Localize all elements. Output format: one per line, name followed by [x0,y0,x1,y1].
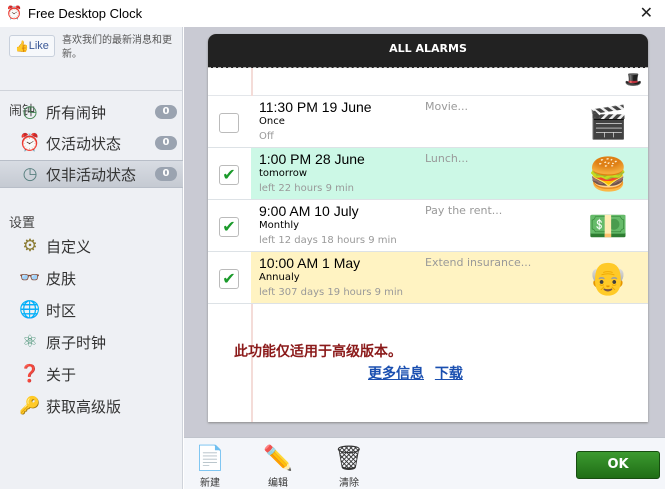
sidebar-item-label: 仅活动状态 [46,134,122,153]
alarm-note: Lunch... [425,152,469,165]
premium-notice: 此功能仅适用于高级版本。 [234,344,402,360]
new-document-icon: 📄 [195,444,225,472]
alarm-body: 1:00 PM 28 June tomorrow left 22 hours 9… [251,148,648,199]
alarm-row[interactable]: ✔ 10:00 AM 1 May Annualy left 307 days 1… [208,252,648,304]
alarm-note: Extend insurance... [425,256,532,269]
sidebar-item-label: 所有闹钟 [46,103,107,122]
sidebar-item-label: 时区 [46,301,77,320]
alarm-time: 10:00 AM 1 May [259,255,361,271]
alarm-image-icon: 💵 [588,207,628,245]
count-badge: 0 [155,167,177,181]
panel-header: ALL ALARMS [208,34,648,68]
alarm-note: Movie... [425,100,469,113]
alarm-checkbox[interactable]: ✔ [219,165,239,185]
count-badge: 0 [155,136,177,150]
close-button[interactable]: ✕ [640,3,653,22]
glasses-icon: 👓 [19,268,41,288]
main-area: ALL ALARMS 🎩 11:30 PM 19 June Once Off M… [184,27,665,437]
sidebar-item-timezone[interactable]: 🌐 时区 [0,296,183,324]
edit-label: 编辑 [268,478,288,489]
trash-icon: 🗑 [333,444,365,472]
sidebar-item-label: 获取高级版 [46,397,122,416]
alarm-checkbox[interactable] [219,113,239,133]
alarm-checkbox[interactable]: ✔ [219,217,239,237]
alarm-repeat: Monthly [259,220,300,231]
alarm-body: 10:00 AM 1 May Annualy left 307 days 19 … [251,252,648,303]
alarm-checkbox[interactable]: ✔ [219,269,239,289]
sidebar-item-label: 自定义 [46,237,92,256]
sidebar-item-skin[interactable]: 👓 皮肤 [0,264,183,292]
alarm-row[interactable]: ✔ 9:00 AM 10 July Monthly left 12 days 1… [208,200,648,252]
clock-icon: ◷ [22,164,38,184]
alarm-image-icon: 🎬 [588,103,628,141]
sidebar-item-label: 皮肤 [46,269,77,288]
settings-section-title: 设置 [9,216,36,231]
sidebar-item-label: 关于 [46,365,77,384]
alarm-time: 1:00 PM 28 June [259,151,365,167]
alarm-repeat: Annualy [259,272,300,283]
alarm-time: 9:00 AM 10 July [259,203,359,219]
like-label: Like [28,40,49,52]
clock-app-icon: ⏰ [6,5,23,21]
alarm-time-left: left 22 hours 9 min [259,183,354,194]
sidebar: 👍 Like 喜欢我们的最新消息和更新。 闹钟 ◷ 所有闹钟 0 ⏰ 仅活动状态 … [0,27,183,489]
alarm-row[interactable]: 11:30 PM 19 June Once Off Movie... 🎬 [208,96,648,148]
sidebar-item-active-only[interactable]: ⏰ 仅活动状态 0 [0,129,183,157]
alarm-time-left: left 12 days 18 hours 9 min [259,235,397,246]
divider [0,90,183,91]
pencil-icon: ✏️ [263,444,293,472]
sidebar-item-label: 仅非活动状态 [46,165,137,184]
alarm-row[interactable]: ✔ 1:00 PM 28 June tomorrow left 22 hours… [208,148,648,200]
alarm-time-left: left 307 days 19 hours 9 min [259,287,404,298]
sidebar-item-customize[interactable]: ⚙ 自定义 [0,232,183,260]
sidebar-item-get-premium[interactable]: 🔑 获取高级版 [0,392,183,420]
new-button[interactable]: 📄 新建 [190,442,230,489]
alarm-time-left: Off [259,131,274,142]
alarm-time: 11:30 PM 19 June [259,99,372,115]
clock-icon: ◷ [22,102,38,122]
ok-button[interactable]: OK [576,451,660,479]
alarm-image-icon: 👴 [588,259,628,297]
sidebar-item-about[interactable]: ❓ 关于 [0,360,183,388]
list-header: 🎩 [208,68,648,96]
alarm-image-icon: 🍔 [588,155,628,193]
sidebar-item-inactive-only[interactable]: ◷ 仅非活动状态 0 [0,160,183,188]
clear-button[interactable]: 🗑 清除 [329,442,369,489]
question-icon: ❓ [19,364,41,384]
sidebar-item-label: 原子时钟 [46,333,107,352]
gear-icon: ⚙ [22,236,38,256]
title-bar: ⏰ Free Desktop Clock ✕ [0,0,665,27]
sidebar-item-atomic-clock[interactable]: ⚛ 原子时钟 [0,328,183,356]
links: 更多信息 下载 [368,363,469,383]
alarm-repeat: Once [259,116,285,127]
more-info-link[interactable]: 更多信息 [368,366,424,382]
bottom-toolbar: 📄 新建 ✏️ 编辑 🗑 清除 OK [184,437,665,489]
thumbs-up-icon: 👍 [15,40,29,53]
alarm-clock-icon: ⏰ [19,133,41,153]
alarm-note: Pay the rent... [425,204,503,217]
key-icon: 🔑 [19,396,41,416]
edit-button[interactable]: ✏️ 编辑 [258,442,298,489]
alarms-panel: ALL ALARMS 🎩 11:30 PM 19 June Once Off M… [208,34,648,422]
like-text: 喜欢我们的最新消息和更新。 [62,35,172,60]
magic-hat-icon[interactable]: 🎩 [625,72,642,88]
count-badge: 0 [155,105,177,119]
download-link[interactable]: 下载 [435,366,463,382]
like-button[interactable]: 👍 Like [9,35,55,57]
sidebar-item-all-alarms[interactable]: ◷ 所有闹钟 0 [0,98,183,126]
clear-label: 清除 [339,478,359,489]
alarm-body: 9:00 AM 10 July Monthly left 12 days 18 … [251,200,648,251]
alarm-body: 11:30 PM 19 June Once Off Movie... 🎬 [251,96,648,147]
atom-icon: ⚛ [22,332,38,352]
alarm-repeat: tomorrow [259,168,308,179]
window-title: Free Desktop Clock [28,6,143,21]
new-label: 新建 [200,478,220,489]
globe-icon: 🌐 [19,300,41,320]
